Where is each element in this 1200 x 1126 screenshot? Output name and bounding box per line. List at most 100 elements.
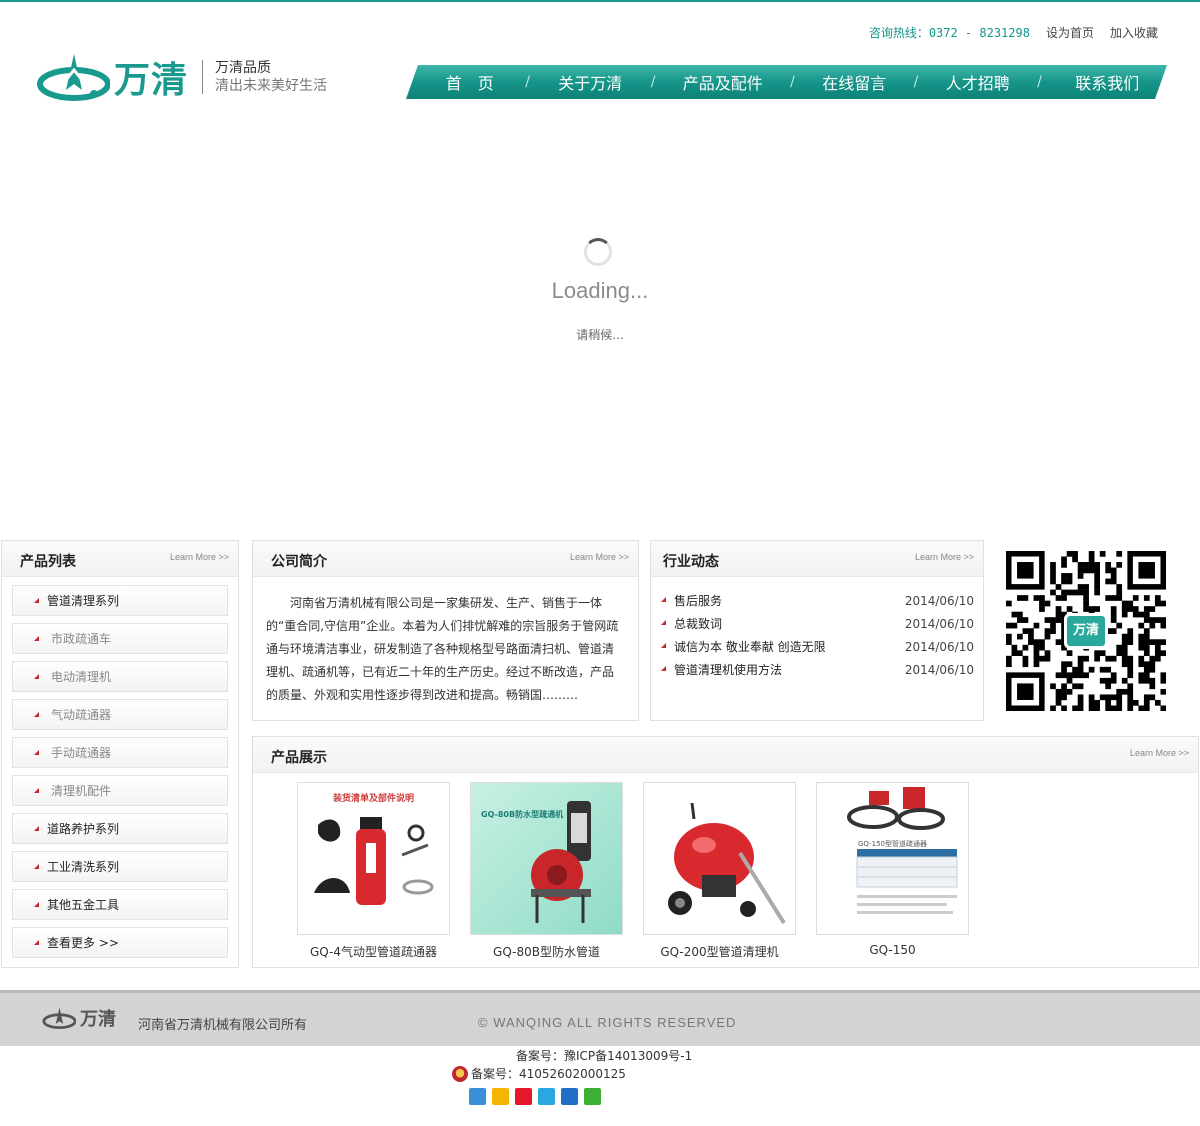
news-panel: 行业动态 Learn More >> 售后服务 2014/06/10 总裁致词 201… bbox=[650, 540, 984, 721]
nav-contact[interactable]: 联系我们 bbox=[1047, 70, 1167, 94]
police-record[interactable]: 备案号：41052602000125 bbox=[452, 1065, 626, 1082]
category-label: 查看更多 >> bbox=[47, 936, 119, 950]
nav-home[interactable]: 首 页 bbox=[420, 70, 520, 94]
product-image-gq4[interactable]: 装货清单及部件说明 bbox=[297, 782, 450, 935]
hotline-text: 咨询热线：0372 - 8231298 bbox=[868, 26, 1030, 40]
product-name[interactable]: GQ-150 bbox=[816, 943, 969, 957]
about-text: 河南省万清机械有限公司是一家集研发、生产、销售于一体的“重合同,守信用”企业。本… bbox=[266, 596, 619, 702]
product-grid: 装货清单及部件说明 GQ-4气动型管道疏通器 GQ-80B防水型疏通机 GQ-8… bbox=[253, 773, 1198, 960]
bullet-arrow-icon bbox=[34, 674, 39, 679]
showcase-title: 产品展示 bbox=[271, 750, 327, 766]
category-item[interactable]: 管道清理系列 bbox=[12, 585, 228, 616]
nav-about[interactable]: 关于万清 bbox=[536, 70, 646, 94]
category-item[interactable]: 其他五金工具 bbox=[12, 889, 228, 920]
tencent-weibo-icon[interactable] bbox=[538, 1088, 555, 1105]
category-label: 电动清理机 bbox=[51, 670, 112, 684]
footer-brand: 万清 bbox=[80, 1009, 116, 1030]
wechat-icon[interactable] bbox=[584, 1088, 601, 1105]
bullet-arrow-icon bbox=[34, 940, 39, 945]
drain-cleaner-illustration bbox=[668, 802, 786, 925]
category-item[interactable]: 气动疏通器 bbox=[12, 699, 228, 730]
bullet-arrow-icon bbox=[661, 620, 666, 625]
add-favorite-link[interactable]: 加入收藏 bbox=[1110, 24, 1158, 41]
news-item-date: 2014/06/10 bbox=[904, 616, 974, 631]
plus-share-icon[interactable] bbox=[469, 1088, 486, 1105]
bullet-arrow-icon bbox=[34, 864, 39, 869]
weibo-icon[interactable] bbox=[515, 1088, 532, 1105]
showcase-more-link[interactable]: Learn More >> bbox=[1130, 748, 1189, 758]
category-label: 管道清理系列 bbox=[47, 594, 120, 608]
gq150-spec-illustration bbox=[847, 787, 958, 914]
category-item[interactable]: 电动清理机 bbox=[12, 661, 228, 692]
police-record-text: 备案号：41052602000125 bbox=[471, 1067, 626, 1081]
footer: 万清 河南省万清机械有限公司所有 © WANQING ALL RIGHTS RE… bbox=[0, 990, 1200, 1046]
nav-separator: / bbox=[790, 74, 795, 90]
category-item[interactable]: 道路养护系列 bbox=[12, 813, 228, 844]
category-label: 道路养护系列 bbox=[47, 822, 120, 836]
nav-separator: / bbox=[525, 74, 530, 90]
news-item[interactable]: 管道清理机使用方法 2014/06/10 bbox=[660, 658, 974, 681]
product-card[interactable]: GQ-200型管道清理机 bbox=[643, 782, 796, 960]
qzone-icon[interactable] bbox=[492, 1088, 509, 1105]
police-badge-icon bbox=[452, 1065, 468, 1082]
bullet-arrow-icon bbox=[661, 643, 666, 648]
main-nav: 首 页 / 关于万清 / 产品及配件 / 在线留言 / 人才招聘 / 联系我们 bbox=[406, 65, 1167, 99]
bullet-arrow-icon bbox=[34, 712, 39, 717]
category-item[interactable]: 清理机配件 bbox=[12, 775, 228, 806]
footer-company: 河南省万清机械有限公司所有 bbox=[138, 1018, 308, 1033]
product-card[interactable]: 装货清单及部件说明 GQ-4气动型管道疏通器 bbox=[297, 782, 450, 960]
icp-record[interactable]: 备案号：豫ICP备14013009号-1 bbox=[516, 1047, 692, 1064]
news-more-link[interactable]: Learn More >> bbox=[915, 552, 974, 562]
site-logo[interactable]: 万清 万清品质 清出未来美好生活 bbox=[36, 50, 327, 104]
footer-logo-icon bbox=[42, 1007, 76, 1030]
about-title: 公司简介 bbox=[271, 554, 327, 570]
about-more-link[interactable]: Learn More >> bbox=[570, 552, 629, 562]
loading-subtitle: 请稍候... bbox=[576, 328, 624, 342]
nav-jobs[interactable]: 人才招聘 bbox=[924, 70, 1032, 94]
news-item-title[interactable]: 售后服务 bbox=[674, 592, 905, 609]
bullet-arrow-icon bbox=[34, 826, 39, 831]
category-item[interactable]: 查看更多 >> bbox=[12, 927, 228, 958]
showcase-panel: 产品展示 Learn More >> 装货清单及部件说明 GQ-4气动型管道疏通… bbox=[252, 736, 1199, 968]
category-list: 管道清理系列市政疏通车电动清理机气动疏通器手动疏通器清理机配件道路养护系列工业清… bbox=[2, 577, 238, 958]
waterproof-machine-illustration bbox=[531, 801, 591, 923]
product-list-more-link[interactable]: Learn More >> bbox=[170, 552, 229, 562]
product-card[interactable]: GQ-150型管道疏通器 GQ-150 bbox=[816, 782, 969, 960]
news-item-title[interactable]: 管道清理机使用方法 bbox=[674, 661, 905, 678]
footer-rights: © WANQING ALL RIGHTS RESERVED bbox=[478, 1015, 737, 1030]
news-item-title[interactable]: 总裁致词 bbox=[674, 615, 905, 632]
set-home-link[interactable]: 设为首页 bbox=[1046, 24, 1094, 41]
category-label: 清理机配件 bbox=[51, 784, 112, 798]
news-item[interactable]: 总裁致词 2014/06/10 bbox=[660, 612, 974, 635]
category-label: 其他五金工具 bbox=[47, 898, 120, 912]
product-name[interactable]: GQ-4气动型管道疏通器 bbox=[297, 943, 450, 960]
product-list-title: 产品列表 bbox=[20, 554, 76, 570]
bullet-arrow-icon bbox=[661, 666, 666, 671]
news-item-date: 2014/06/10 bbox=[904, 639, 974, 654]
news-item-date: 2014/06/10 bbox=[904, 593, 974, 608]
qr-code: 万清 bbox=[1006, 551, 1167, 712]
product-card[interactable]: GQ-80B防水型疏通机 GQ-80B型防水管道 bbox=[470, 782, 623, 960]
product-image-gq150[interactable]: GQ-150型管道疏通器 bbox=[816, 782, 969, 935]
nav-products[interactable]: 产品及配件 bbox=[661, 70, 785, 94]
about-header: 公司简介 Learn More >> bbox=[253, 541, 638, 577]
renren-icon[interactable] bbox=[561, 1088, 578, 1105]
nav-message[interactable]: 在线留言 bbox=[800, 70, 908, 94]
news-title: 行业动态 bbox=[663, 554, 719, 570]
product-image-gq80b[interactable]: GQ-80B防水型疏通机 bbox=[470, 782, 623, 935]
pneumatic-unblocker-illustration bbox=[314, 817, 434, 905]
category-item[interactable]: 手动疏通器 bbox=[12, 737, 228, 768]
category-item[interactable]: 工业清洗系列 bbox=[12, 851, 228, 882]
product-name[interactable]: GQ-80B型防水管道 bbox=[470, 943, 623, 960]
brand-name: 万清 bbox=[114, 59, 189, 101]
news-item-title[interactable]: 诚信为本 敬业奉献 创造无限 bbox=[674, 638, 905, 655]
nav-separator: / bbox=[1037, 74, 1042, 90]
slogan-line-2: 清出未来美好生活 bbox=[215, 78, 328, 94]
bullet-arrow-icon bbox=[661, 597, 666, 602]
news-item[interactable]: 诚信为本 敬业奉献 创造无限 2014/06/10 bbox=[660, 635, 974, 658]
news-item[interactable]: 售后服务 2014/06/10 bbox=[660, 589, 974, 612]
product-image-gq200[interactable] bbox=[643, 782, 796, 935]
product-list-header: 产品列表 Learn More >> bbox=[2, 541, 238, 577]
category-item[interactable]: 市政疏通车 bbox=[12, 623, 228, 654]
product-name[interactable]: GQ-200型管道清理机 bbox=[643, 943, 796, 960]
